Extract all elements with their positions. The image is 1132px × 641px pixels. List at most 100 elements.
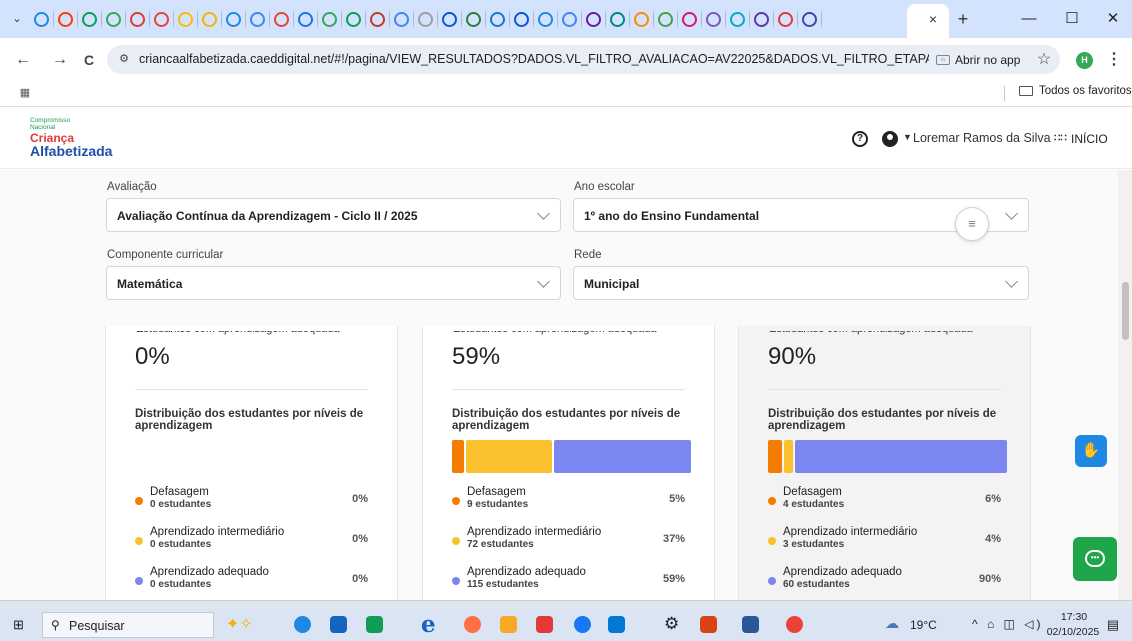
taskbar-app-icon[interactable] xyxy=(574,616,591,633)
taskbar-app-icon[interactable] xyxy=(536,616,553,633)
rede-select[interactable]: Municipal xyxy=(573,266,1029,300)
home-grid-icon[interactable]: ∷∷ xyxy=(1054,134,1067,144)
taskbar-app-icon[interactable] xyxy=(700,616,717,633)
internet-explorer-icon[interactable]: e xyxy=(421,611,436,638)
clock-time[interactable]: 17:30 xyxy=(1052,611,1096,623)
forward-button[interactable]: → xyxy=(50,50,70,70)
tab-favicon-icon[interactable] xyxy=(586,11,601,27)
taskbar-app-icon[interactable] xyxy=(366,616,383,633)
tab-favicon-icon[interactable] xyxy=(562,11,577,27)
tab-favicon-icon[interactable] xyxy=(658,11,673,27)
sign-language-accessibility-button[interactable]: ✋ xyxy=(1075,435,1107,467)
windows-start-icon[interactable]: ⊞ xyxy=(13,618,27,632)
profile-avatar[interactable]: H xyxy=(1076,52,1093,69)
user-name[interactable]: Loremar Ramos da Silva xyxy=(913,131,1051,145)
tab-favicon-icon[interactable] xyxy=(442,11,457,27)
tab-favicon-icon[interactable] xyxy=(298,11,313,27)
bar-segment-defasagem[interactable] xyxy=(452,440,464,473)
home-link[interactable]: INÍCIO xyxy=(1071,132,1108,146)
chat-bubble-icon[interactable]: ••• xyxy=(1085,550,1105,567)
tab-favicon-icon[interactable] xyxy=(490,11,505,27)
back-button[interactable]: ← xyxy=(13,50,33,70)
bookmark-star-icon[interactable]: ☆ xyxy=(1034,50,1054,70)
taskbar-app-icon[interactable] xyxy=(742,616,759,633)
tab-favicon-icon[interactable] xyxy=(730,11,745,27)
tab-favicon-icon[interactable] xyxy=(250,11,265,27)
tab-favicon-icon[interactable] xyxy=(466,11,481,27)
tab-favicon-icon[interactable] xyxy=(514,11,529,27)
tab-favicon-icon[interactable] xyxy=(706,11,721,27)
logo-line-2: Nacional xyxy=(30,124,56,131)
settings-gear-icon[interactable]: ⚙ xyxy=(664,614,679,634)
legend-count: 0 estudantes xyxy=(150,539,212,550)
taskbar-search[interactable]: ⚲ Pesquisar xyxy=(42,612,214,638)
notifications-icon[interactable]: ▤ xyxy=(1105,617,1121,633)
tab-favicon-icon[interactable] xyxy=(634,11,649,27)
tab-favicon-icon[interactable] xyxy=(610,11,625,27)
tab-favicon-icon[interactable] xyxy=(394,11,409,27)
taskbar-app-icon[interactable] xyxy=(330,616,347,633)
open-in-app-button[interactable]: ▭ Abrir no app xyxy=(930,49,1026,71)
tab-favicon-icon[interactable] xyxy=(754,11,769,27)
help-icon[interactable]: ? xyxy=(852,131,868,147)
tab-favicon-icon[interactable] xyxy=(418,11,433,27)
componente-select[interactable]: Matemática xyxy=(106,266,561,300)
tab-favicon-icon[interactable] xyxy=(226,11,241,27)
tab-favicon-icon[interactable] xyxy=(802,11,817,27)
bar-segment-intermediario[interactable] xyxy=(784,440,793,473)
bar-segment-adequado[interactable] xyxy=(795,440,1007,473)
tab-favicon-icon[interactable] xyxy=(274,11,289,27)
tab-separator xyxy=(821,11,822,27)
taskbar-app-icon[interactable] xyxy=(500,616,517,633)
tab-favicon-icon[interactable] xyxy=(538,11,553,27)
tab-favicon-icon[interactable] xyxy=(34,11,49,27)
system-tray-icons[interactable]: ^ ⌂ ◫ ◁) xyxy=(972,617,1043,631)
tab-favicon-icon[interactable] xyxy=(778,11,793,27)
bar-segment-adequado[interactable] xyxy=(554,440,691,473)
all-bookmarks-button[interactable]: Todos os favoritos xyxy=(1019,85,1132,97)
tab-search-chevron-icon[interactable]: ⌄ xyxy=(6,8,28,30)
tab-favicon-icon[interactable] xyxy=(322,11,337,27)
bar-segment-defasagem[interactable] xyxy=(768,440,782,473)
tab-favicon-icon[interactable] xyxy=(370,11,385,27)
site-info-icon[interactable]: ⚙ xyxy=(117,52,131,66)
tab-favicon-icon[interactable] xyxy=(154,11,169,27)
legend-dot xyxy=(768,497,776,505)
tab-separator xyxy=(557,11,558,27)
tab-favicon-icon[interactable] xyxy=(178,11,193,27)
site-logo[interactable]: Compromisso Nacional Criança Alfabetizad… xyxy=(30,117,160,159)
tab-favicon-icon[interactable] xyxy=(130,11,145,27)
avaliacao-select[interactable]: Avaliação Contínua da Aprendizagem - Cic… xyxy=(106,198,561,232)
filter-toggle-button[interactable]: ≡ xyxy=(955,207,989,241)
taskbar-app-icon[interactable] xyxy=(464,616,481,633)
copilot-sparkle-icon[interactable]: ✦✧ xyxy=(226,614,253,634)
tab-favicon-icon[interactable] xyxy=(106,11,121,27)
reload-button[interactable]: C xyxy=(79,50,99,70)
tab-favicon-icon[interactable] xyxy=(58,11,73,27)
minimize-button[interactable]: — xyxy=(1018,8,1040,30)
maximize-button[interactable]: ☐ xyxy=(1061,8,1083,30)
taskbar-app-icon[interactable] xyxy=(786,616,803,633)
url-text[interactable]: criancaalfabetizada.caeddigital.net/#!/p… xyxy=(139,52,929,66)
tab-separator xyxy=(365,11,366,27)
browser-menu-icon[interactable]: ⋮ xyxy=(1106,50,1122,70)
new-tab-button[interactable]: + xyxy=(953,9,973,29)
taskbar-app-icon[interactable] xyxy=(294,616,311,633)
user-account-icon[interactable] xyxy=(882,131,898,147)
close-window-button[interactable]: ✕ xyxy=(1102,8,1124,30)
taskbar-app-icon[interactable] xyxy=(608,616,625,633)
page-scrollbar[interactable] xyxy=(1118,170,1132,600)
tab-favicon-icon[interactable] xyxy=(682,11,697,27)
weather-temperature[interactable]: 19°C xyxy=(910,618,937,632)
tab-favicon-icon[interactable] xyxy=(202,11,217,27)
apps-grid-icon[interactable]: ▦ xyxy=(18,86,32,100)
tab-favicon-icon[interactable] xyxy=(346,11,361,27)
bar-segment-intermediario[interactable] xyxy=(466,440,552,473)
tab-favicon-icon[interactable] xyxy=(82,11,97,27)
page-scrollbar-thumb[interactable] xyxy=(1122,282,1129,340)
clock-date[interactable]: 02/10/2025 xyxy=(1042,626,1104,638)
weather-cloud-icon[interactable]: ☁ xyxy=(885,615,899,632)
distribution-bar xyxy=(768,440,1009,473)
caret-down-icon[interactable]: ▼ xyxy=(903,132,912,142)
tab-close-icon[interactable]: × xyxy=(923,9,943,29)
